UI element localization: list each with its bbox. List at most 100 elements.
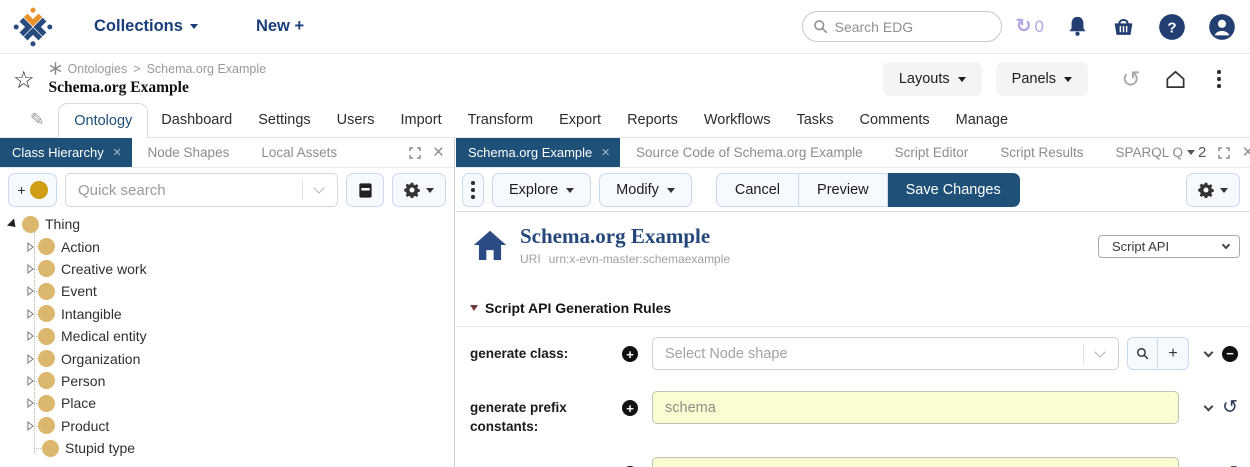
refresh-counter[interactable]: ↻ 0: [1016, 15, 1044, 38]
notifications-button[interactable]: [1066, 15, 1089, 38]
panels-button[interactable]: Panels: [995, 62, 1088, 96]
tree-item-stupid-type[interactable]: Stupid type: [0, 437, 454, 459]
collapse-triangle-icon: [470, 305, 478, 311]
expand-arrow-icon[interactable]: [27, 241, 34, 252]
tab-import[interactable]: Import: [388, 103, 455, 137]
maximize-panel-icon[interactable]: [1218, 146, 1231, 159]
preview-button[interactable]: Preview: [799, 173, 888, 207]
expand-arrow-icon[interactable]: [27, 331, 34, 342]
remove-value-icon[interactable]: −: [1222, 345, 1238, 362]
add-value-icon[interactable]: +: [622, 346, 638, 362]
more-options-button[interactable]: [1204, 64, 1234, 94]
tab-reports[interactable]: Reports: [614, 103, 691, 137]
quick-search-input[interactable]: [66, 181, 302, 199]
bell-icon: [1069, 16, 1086, 36]
tree-item-place[interactable]: Place: [0, 392, 454, 414]
node-shape-select[interactable]: Select Node shape: [652, 337, 1119, 370]
chevron-down-icon[interactable]: [313, 182, 325, 194]
close-icon[interactable]: ×: [113, 145, 122, 160]
create-class-button[interactable]: +: [8, 173, 57, 207]
modify-button[interactable]: Modify: [599, 173, 692, 207]
help-button[interactable]: ?: [1158, 13, 1186, 41]
tree-item-event[interactable]: Event: [0, 280, 454, 302]
expand-arrow-icon[interactable]: [27, 420, 34, 431]
chevron-down-icon[interactable]: [1203, 401, 1214, 411]
panel-settings-button[interactable]: [392, 173, 446, 207]
panel-tab-script-results[interactable]: Script Results: [984, 138, 1099, 167]
close-panel-icon[interactable]: ×: [1242, 143, 1250, 162]
tree-item-product[interactable]: Product: [0, 415, 454, 437]
form-settings-button[interactable]: [1186, 173, 1240, 207]
expand-arrow-icon[interactable]: [27, 375, 34, 386]
tree-item-creative-work[interactable]: Creative work: [0, 258, 454, 280]
search-node-shape-button[interactable]: [1127, 337, 1158, 370]
tree-item-thing[interactable]: Thing: [0, 213, 454, 235]
tab-dashboard[interactable]: Dashboard: [148, 103, 245, 137]
chevron-down-icon[interactable]: [1203, 347, 1214, 357]
create-node-shape-button[interactable]: +: [1158, 337, 1189, 370]
tree-item-person[interactable]: Person: [0, 370, 454, 392]
panel-tab-class-hierarchy[interactable]: Class Hierarchy ×: [0, 138, 132, 167]
edg-logo-icon[interactable]: [12, 6, 54, 48]
edit-pencil-icon: ✎: [30, 110, 45, 129]
collapse-arrow-icon[interactable]: [6, 218, 20, 231]
expand-arrow-icon[interactable]: [27, 308, 34, 319]
tab-tasks[interactable]: Tasks: [783, 103, 846, 137]
left-panel-tab-bar: Class Hierarchy × Node Shapes Local Asse…: [0, 138, 454, 168]
section-script-api-rules[interactable]: Script API Generation Rules: [470, 300, 1240, 316]
breadcrumb-collection-type[interactable]: Ontologies: [68, 62, 128, 76]
favorite-star-icon[interactable]: ☆: [13, 66, 35, 95]
prefix-classes-input[interactable]: [652, 457, 1179, 467]
legend-button[interactable]: [346, 173, 384, 207]
cancel-button[interactable]: Cancel: [715, 173, 800, 207]
expand-arrow-icon[interactable]: [27, 398, 34, 409]
tree-item-medical-entity[interactable]: Medical entity: [0, 325, 454, 347]
tab-users[interactable]: Users: [324, 103, 388, 137]
home-button[interactable]: [1160, 64, 1190, 94]
tab-settings[interactable]: Settings: [245, 103, 323, 137]
breadcrumb: Ontologies > Schema.org Example Schema.o…: [49, 62, 267, 97]
tree-item-action[interactable]: Action: [0, 235, 454, 257]
tab-ontology[interactable]: Ontology: [58, 103, 149, 138]
tab-transform[interactable]: Transform: [455, 103, 547, 137]
panel-tab-schema-example[interactable]: Schema.org Example ×: [456, 138, 621, 167]
profile-button[interactable]: [1208, 13, 1236, 41]
divider: [302, 180, 303, 200]
tab-export[interactable]: Export: [546, 103, 614, 137]
add-value-icon[interactable]: +: [622, 400, 638, 416]
close-panel-icon[interactable]: ×: [433, 143, 444, 162]
tree-item-organization[interactable]: Organization: [0, 347, 454, 369]
panel-tab-script-editor[interactable]: Script Editor: [879, 138, 985, 167]
new-menu[interactable]: New +: [256, 17, 304, 36]
expand-arrow-icon[interactable]: [27, 286, 34, 297]
expand-arrow-icon[interactable]: [27, 353, 34, 364]
layouts-button[interactable]: Layouts: [882, 62, 982, 96]
tab-manage[interactable]: Manage: [943, 103, 1021, 137]
panel-more-button[interactable]: [462, 173, 484, 207]
panel-tab-source-code[interactable]: Source Code of Schema.org Example: [620, 138, 879, 167]
close-icon[interactable]: ×: [601, 145, 610, 160]
breadcrumb-current-page[interactable]: Schema.org Example: [147, 62, 267, 76]
collections-menu[interactable]: Collections: [94, 17, 198, 36]
view-selector[interactable]: Script API: [1098, 235, 1240, 258]
panel-tab-local-assets[interactable]: Local Assets: [245, 138, 353, 167]
quick-search-box[interactable]: [65, 173, 338, 207]
tab-comments[interactable]: Comments: [847, 103, 943, 137]
save-changes-button[interactable]: Save Changes: [887, 173, 1020, 207]
basket-button[interactable]: [1111, 14, 1136, 39]
prefix-constants-input[interactable]: [652, 391, 1179, 424]
undo-icon[interactable]: ↺: [1222, 398, 1238, 417]
panel-tab-node-shapes[interactable]: Node Shapes: [132, 138, 246, 167]
undo-button[interactable]: ↺: [1116, 64, 1146, 94]
search-input[interactable]: [834, 18, 985, 35]
chevron-down-icon: [957, 76, 966, 82]
maximize-panel-icon[interactable]: [409, 146, 421, 159]
tab-workflows[interactable]: Workflows: [691, 103, 784, 137]
panel-tab-sparql[interactable]: SPARQL Q: [1099, 138, 1187, 167]
tree-item-intangible[interactable]: Intangible: [0, 303, 454, 325]
uri-value: urn:x-evn-master:schemaexample: [548, 252, 731, 266]
expand-arrow-icon[interactable]: [27, 263, 34, 274]
explore-button[interactable]: Explore: [492, 173, 592, 207]
global-search[interactable]: [801, 11, 1002, 42]
tab-overflow-menu[interactable]: 2: [1187, 144, 1206, 161]
